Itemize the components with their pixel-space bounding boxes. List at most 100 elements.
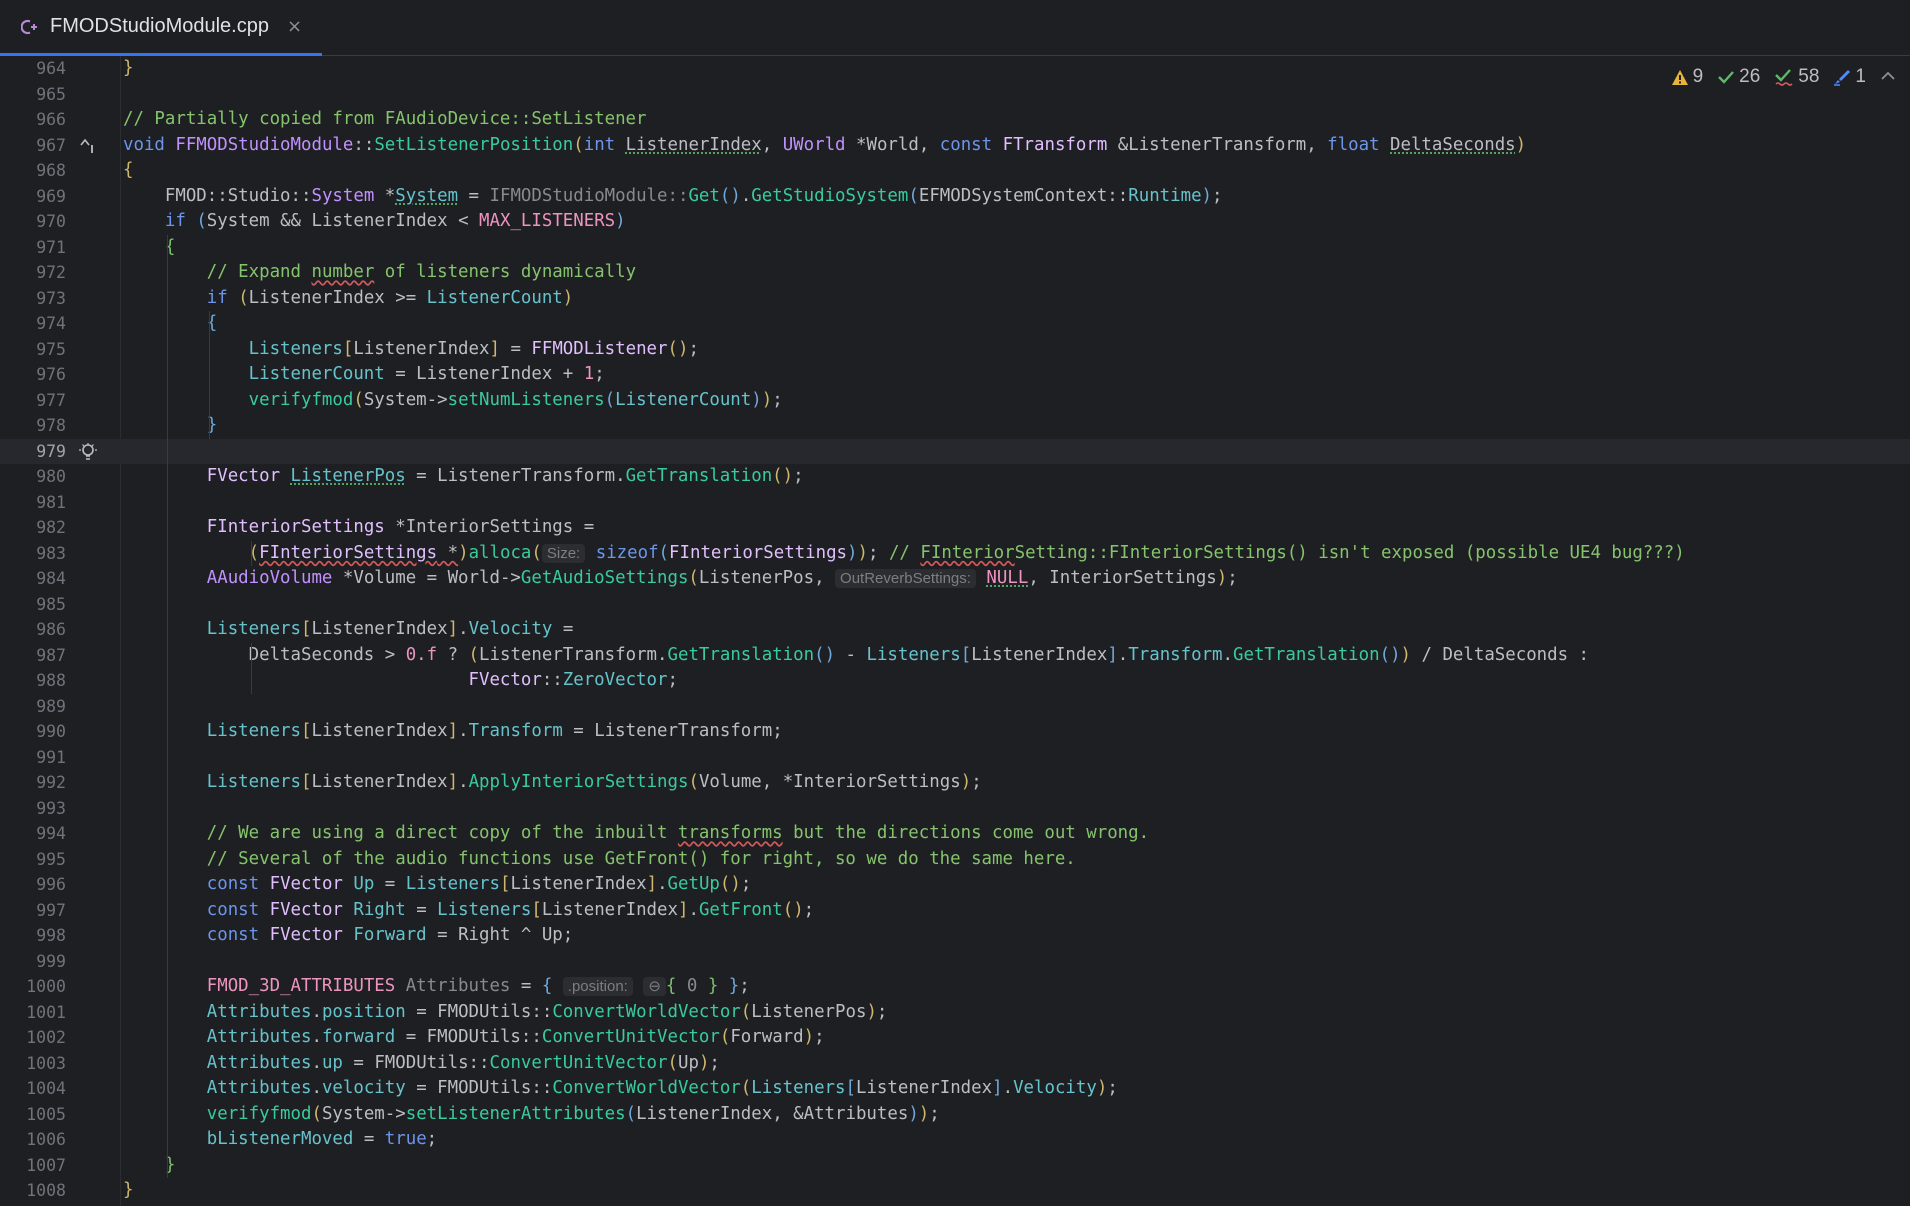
code-line[interactable]: 964} bbox=[0, 56, 1910, 82]
code-text[interactable]: Attributes.up = FMODUtils::ConvertUnitVe… bbox=[123, 1051, 720, 1077]
line-number[interactable]: 1002 bbox=[0, 1025, 66, 1051]
code-line[interactable]: 965 bbox=[0, 82, 1910, 108]
code-line[interactable]: 996 const FVector Up = Listeners[Listene… bbox=[0, 872, 1910, 898]
line-number[interactable]: 966 bbox=[0, 107, 66, 133]
code-text[interactable]: { bbox=[123, 158, 133, 184]
code-text[interactable]: Attributes.forward = FMODUtils::ConvertU… bbox=[123, 1025, 825, 1051]
code-line[interactable]: 976 ListenerCount = ListenerIndex + 1; bbox=[0, 362, 1910, 388]
line-number[interactable]: 980 bbox=[0, 464, 66, 490]
code-line[interactable]: 977 verifyfmod(System->setNumListeners(L… bbox=[0, 388, 1910, 414]
code-text[interactable]: FVector ListenerPos = ListenerTransform.… bbox=[123, 464, 804, 490]
code-text[interactable]: DeltaSeconds > 0.f ? (ListenerTransform.… bbox=[123, 643, 1589, 669]
line-number[interactable]: 974 bbox=[0, 311, 66, 337]
code-line[interactable]: 1002 Attributes.forward = FMODUtils::Con… bbox=[0, 1025, 1910, 1051]
line-number[interactable]: 996 bbox=[0, 872, 66, 898]
code-line[interactable]: 1008} bbox=[0, 1178, 1910, 1204]
code-text[interactable]: } bbox=[123, 1178, 133, 1204]
code-text[interactable]: const FVector Right = Listeners[Listener… bbox=[123, 898, 814, 924]
code-line[interactable]: 989 bbox=[0, 694, 1910, 720]
code-line[interactable]: 980 FVector ListenerPos = ListenerTransf… bbox=[0, 464, 1910, 490]
code-line[interactable]: 1005 verifyfmod(System->setListenerAttri… bbox=[0, 1102, 1910, 1128]
code-text[interactable]: Attributes.position = FMODUtils::Convert… bbox=[123, 1000, 888, 1026]
code-line[interactable]: 995 // Several of the audio functions us… bbox=[0, 847, 1910, 873]
code-line[interactable]: 991 bbox=[0, 745, 1910, 771]
code-text[interactable]: Attributes.velocity = FMODUtils::Convert… bbox=[123, 1076, 1118, 1102]
code-text[interactable]: void FFMODStudioModule::SetListenerPosit… bbox=[123, 133, 1526, 159]
code-text[interactable]: FInteriorSettings *InteriorSettings = bbox=[123, 515, 594, 541]
code-line[interactable]: 984 AAudioVolume *Volume = World->GetAud… bbox=[0, 566, 1910, 592]
code-text[interactable]: bListenerMoved = true; bbox=[123, 1127, 437, 1153]
line-number[interactable]: 985 bbox=[0, 592, 66, 618]
line-number[interactable]: 1006 bbox=[0, 1127, 66, 1153]
code-text[interactable]: } bbox=[123, 56, 133, 82]
code-text[interactable]: FMOD_3D_ATTRIBUTES Attributes = { .posit… bbox=[123, 974, 750, 1000]
line-number[interactable]: 977 bbox=[0, 388, 66, 414]
code-line[interactable]: 997 const FVector Right = Listeners[List… bbox=[0, 898, 1910, 924]
line-number[interactable]: 982 bbox=[0, 515, 66, 541]
line-number[interactable]: 1008 bbox=[0, 1178, 66, 1204]
code-line[interactable]: 998 const FVector Forward = Right ^ Up; bbox=[0, 923, 1910, 949]
line-number[interactable]: 998 bbox=[0, 923, 66, 949]
code-text[interactable]: FMOD::Studio::System *System = IFMODStud… bbox=[123, 184, 1223, 210]
code-line[interactable]: 983 (FInteriorSettings *)alloca(Size: si… bbox=[0, 541, 1910, 567]
code-text[interactable]: (FInteriorSettings *)alloca(Size: sizeof… bbox=[123, 541, 1685, 567]
line-number[interactable]: 964 bbox=[0, 56, 66, 82]
close-icon[interactable]: × bbox=[287, 16, 302, 37]
code-line[interactable]: 979 bbox=[0, 438, 1910, 465]
line-number[interactable]: 991 bbox=[0, 745, 66, 771]
code-text[interactable]: // Expand number of listeners dynamicall… bbox=[123, 260, 636, 286]
code-text[interactable]: verifyfmod(System->setNumListeners(Liste… bbox=[123, 388, 783, 414]
code-text[interactable]: { bbox=[123, 311, 217, 337]
code-text[interactable]: // We are using a direct copy of the inb… bbox=[123, 821, 1149, 847]
code-line[interactable]: 978 } bbox=[0, 413, 1910, 439]
lightbulb-icon[interactable] bbox=[78, 442, 98, 462]
code-line[interactable]: 1000 FMOD_3D_ATTRIBUTES Attributes = { .… bbox=[0, 974, 1910, 1000]
code-line[interactable]: 967 void FFMODStudioModule::SetListenerPo… bbox=[0, 133, 1910, 159]
code-line[interactable]: 1003 Attributes.up = FMODUtils::ConvertU… bbox=[0, 1051, 1910, 1077]
code-line[interactable]: 994 // We are using a direct copy of the… bbox=[0, 821, 1910, 847]
line-number[interactable]: 975 bbox=[0, 337, 66, 363]
line-number[interactable]: 981 bbox=[0, 490, 66, 516]
code-line[interactable]: 972 // Expand number of listeners dynami… bbox=[0, 260, 1910, 286]
line-number[interactable]: 983 bbox=[0, 541, 66, 567]
line-number[interactable]: 990 bbox=[0, 719, 66, 745]
line-number[interactable]: 988 bbox=[0, 668, 66, 694]
line-number[interactable]: 1000 bbox=[0, 974, 66, 1000]
code-line[interactable]: 987 DeltaSeconds > 0.f ? (ListenerTransf… bbox=[0, 643, 1910, 669]
line-number[interactable]: 969 bbox=[0, 184, 66, 210]
code-line[interactable]: 1004 Attributes.velocity = FMODUtils::Co… bbox=[0, 1076, 1910, 1102]
code-text[interactable]: verifyfmod(System->setListenerAttributes… bbox=[123, 1102, 940, 1128]
code-line[interactable]: 992 Listeners[ListenerIndex].ApplyInteri… bbox=[0, 770, 1910, 796]
override-marker-icon[interactable] bbox=[78, 136, 98, 156]
code-text[interactable]: const FVector Forward = Right ^ Up; bbox=[123, 923, 573, 949]
code-line[interactable]: 968 { bbox=[0, 158, 1910, 184]
line-number[interactable]: 1007 bbox=[0, 1153, 66, 1179]
code-line[interactable]: 971 { bbox=[0, 235, 1910, 261]
code-text[interactable]: ListenerCount = ListenerIndex + 1; bbox=[123, 362, 605, 388]
code-line[interactable]: 969 FMOD::Studio::System *System = IFMOD… bbox=[0, 184, 1910, 210]
line-number[interactable]: 986 bbox=[0, 617, 66, 643]
code-text[interactable]: Listeners[ListenerIndex].ApplyInteriorSe… bbox=[123, 770, 982, 796]
line-number[interactable]: 995 bbox=[0, 847, 66, 873]
code-line[interactable]: 988 FVector::ZeroVector; bbox=[0, 668, 1910, 694]
line-number[interactable]: 994 bbox=[0, 821, 66, 847]
line-number[interactable]: 999 bbox=[0, 949, 66, 975]
tab-fmodstudiomodule-cpp[interactable]: FMODStudioModule.cpp × bbox=[0, 0, 322, 56]
line-number[interactable]: 968 bbox=[0, 158, 66, 184]
code-line[interactable]: 993 bbox=[0, 796, 1910, 822]
code-line[interactable]: 986 Listeners[ListenerIndex].Velocity = bbox=[0, 617, 1910, 643]
code-line[interactable]: 975 Listeners[ListenerIndex] = FFMODList… bbox=[0, 337, 1910, 363]
code-line[interactable]: 982 FInteriorSettings *InteriorSettings … bbox=[0, 515, 1910, 541]
line-number[interactable]: 978 bbox=[0, 413, 66, 439]
line-number[interactable]: 973 bbox=[0, 286, 66, 312]
code-text[interactable]: FVector::ZeroVector; bbox=[123, 668, 678, 694]
line-number[interactable]: 979 bbox=[0, 439, 66, 465]
line-number[interactable]: 1003 bbox=[0, 1051, 66, 1077]
code-text[interactable]: if (ListenerIndex >= ListenerCount) bbox=[123, 286, 574, 312]
line-number[interactable]: 997 bbox=[0, 898, 66, 924]
code-line[interactable]: 966 // Partially copied from FAudioDevice… bbox=[0, 107, 1910, 133]
line-number[interactable]: 965 bbox=[0, 82, 66, 108]
code-editor[interactable]: 964} 965 966// Partially copied from FAudi… bbox=[0, 56, 1910, 1206]
line-number[interactable]: 976 bbox=[0, 362, 66, 388]
code-text[interactable]: Listeners[ListenerIndex].Transform = Lis… bbox=[123, 719, 783, 745]
